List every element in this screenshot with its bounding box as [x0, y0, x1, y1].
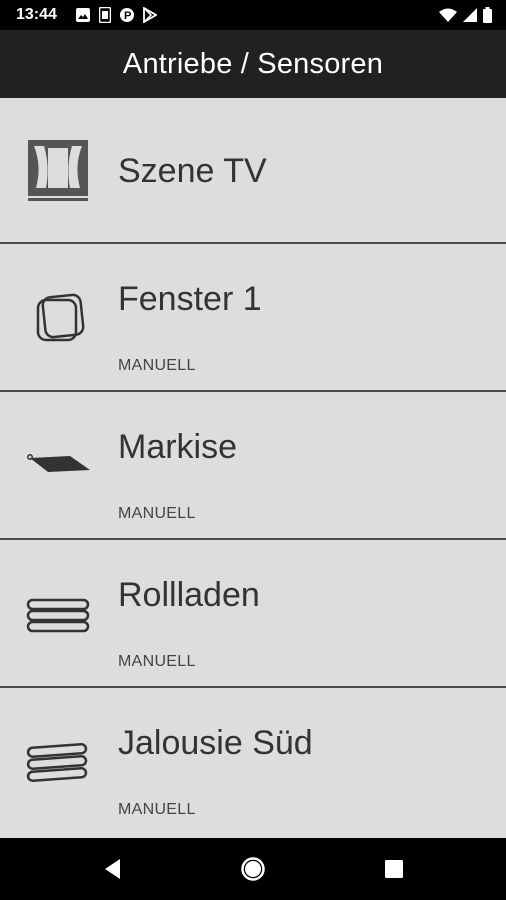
item-title: Rollladen [118, 576, 260, 614]
signal-icon [463, 8, 477, 22]
list-item-fenster-1[interactable]: Fenster 1 MANUELL [0, 246, 506, 392]
recents-icon[interactable] [381, 856, 407, 882]
device-list: Szene TV Fenster 1 MANUELL Markise MANUE… [0, 98, 506, 838]
list-item-szene-tv[interactable]: Szene TV [0, 98, 506, 244]
wifi-icon [439, 8, 457, 22]
list-item-markise[interactable]: Markise MANUELL [0, 394, 506, 540]
item-title: Fenster 1 [118, 280, 262, 318]
navigation-bar [0, 838, 506, 900]
item-status: MANUELL [118, 653, 196, 670]
window-icon [36, 293, 85, 342]
battery-icon [483, 7, 492, 23]
back-icon[interactable] [100, 856, 126, 882]
notification-icons: P [76, 7, 157, 23]
parking-icon: P [120, 8, 134, 22]
awning-icon [27, 454, 90, 472]
status-time: 13:44 [16, 6, 57, 23]
roller-shutter-icon [26, 598, 90, 633]
item-title: Szene TV [118, 152, 267, 190]
status-bar: 13:44 P [0, 0, 506, 30]
list-item-jalousie-sued[interactable]: Jalousie Süd MANUELL [0, 690, 506, 838]
play-store-icon [143, 7, 157, 23]
curtain-scene-icon [28, 140, 88, 201]
blinds-icon [26, 743, 88, 782]
list-item-rollladen[interactable]: Rollladen MANUELL [0, 542, 506, 688]
item-status: MANUELL [118, 801, 196, 818]
item-status: MANUELL [118, 505, 196, 522]
app-bar: Antriebe / Sensoren [0, 30, 506, 98]
sim-icon [99, 7, 111, 23]
system-status-icons [439, 7, 492, 23]
item-title: Jalousie Süd [118, 724, 313, 762]
page-title: Antriebe / Sensoren [122, 47, 384, 80]
item-status: MANUELL [118, 357, 196, 374]
item-title: Markise [118, 428, 238, 466]
image-icon [76, 8, 90, 22]
home-icon[interactable] [240, 856, 266, 882]
svg-text:P: P [124, 10, 131, 22]
